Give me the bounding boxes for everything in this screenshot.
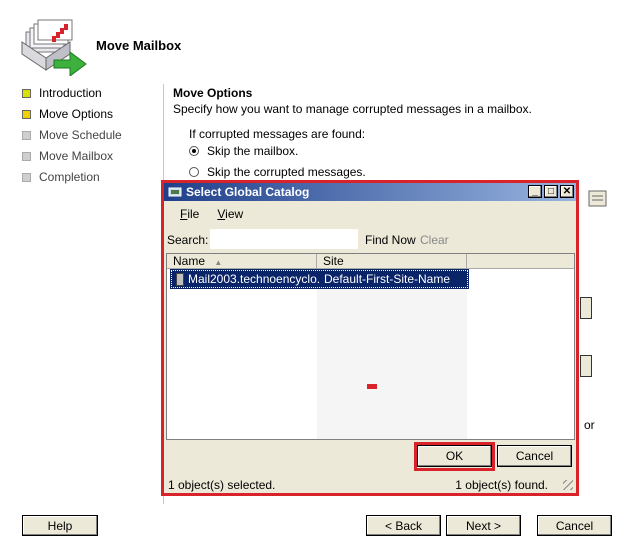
step-introduction: Introduction	[22, 84, 102, 102]
step-status-icon	[22, 109, 31, 119]
option-label: Skip the corrupted messages.	[207, 165, 366, 179]
cancel-button-label: Cancel	[555, 518, 594, 533]
step-label: Move Schedule	[39, 128, 122, 142]
section-title: Move Options	[173, 86, 253, 100]
option-skip-mailbox[interactable]: Skip the mailbox.	[189, 144, 298, 158]
move-options-panel: Move Options Specify how you want to man…	[173, 86, 532, 179]
back-button-label: < Back	[384, 518, 423, 533]
list-view-icon[interactable]	[588, 190, 608, 208]
background-button[interactable]	[580, 355, 592, 377]
next-button-label: Next >	[465, 518, 501, 533]
help-button-label: Help	[47, 518, 73, 533]
step-label: Completion	[39, 170, 100, 184]
step-status-icon	[22, 130, 31, 140]
step-label: Introduction	[39, 86, 102, 100]
radio-button[interactable]	[189, 167, 199, 177]
corrupted-prompt: If corrupted messages are found:	[189, 127, 366, 141]
back-button[interactable]: < Back	[366, 515, 441, 536]
background-button[interactable]	[580, 297, 592, 319]
wizard-header: Move Mailbox	[0, 0, 634, 80]
step-completion: Completion	[22, 168, 100, 186]
option-skip-corrupted[interactable]: Skip the corrupted messages.	[189, 165, 366, 179]
cancel-button[interactable]: Cancel	[537, 515, 612, 536]
next-button[interactable]: Next >	[446, 515, 521, 536]
step-label: Move Mailbox	[39, 149, 114, 163]
page-title: Move Mailbox	[96, 38, 182, 53]
step-label: Move Options	[39, 107, 114, 121]
option-label: Skip the mailbox.	[207, 144, 299, 158]
step-status-icon	[22, 88, 31, 98]
step-move-options: Move Options	[22, 105, 113, 123]
move-mailbox-icon	[21, 19, 87, 76]
section-description: Specify how you want to manage corrupted…	[173, 102, 532, 116]
radio-button[interactable]	[189, 146, 199, 156]
step-move-schedule: Move Schedule	[22, 126, 122, 144]
step-status-icon	[22, 172, 31, 182]
step-move-mailbox: Move Mailbox	[22, 147, 113, 165]
step-status-icon	[22, 151, 31, 161]
help-button[interactable]: Help	[22, 515, 98, 536]
dialog-highlight	[161, 180, 579, 496]
partial-text: or	[584, 418, 595, 432]
